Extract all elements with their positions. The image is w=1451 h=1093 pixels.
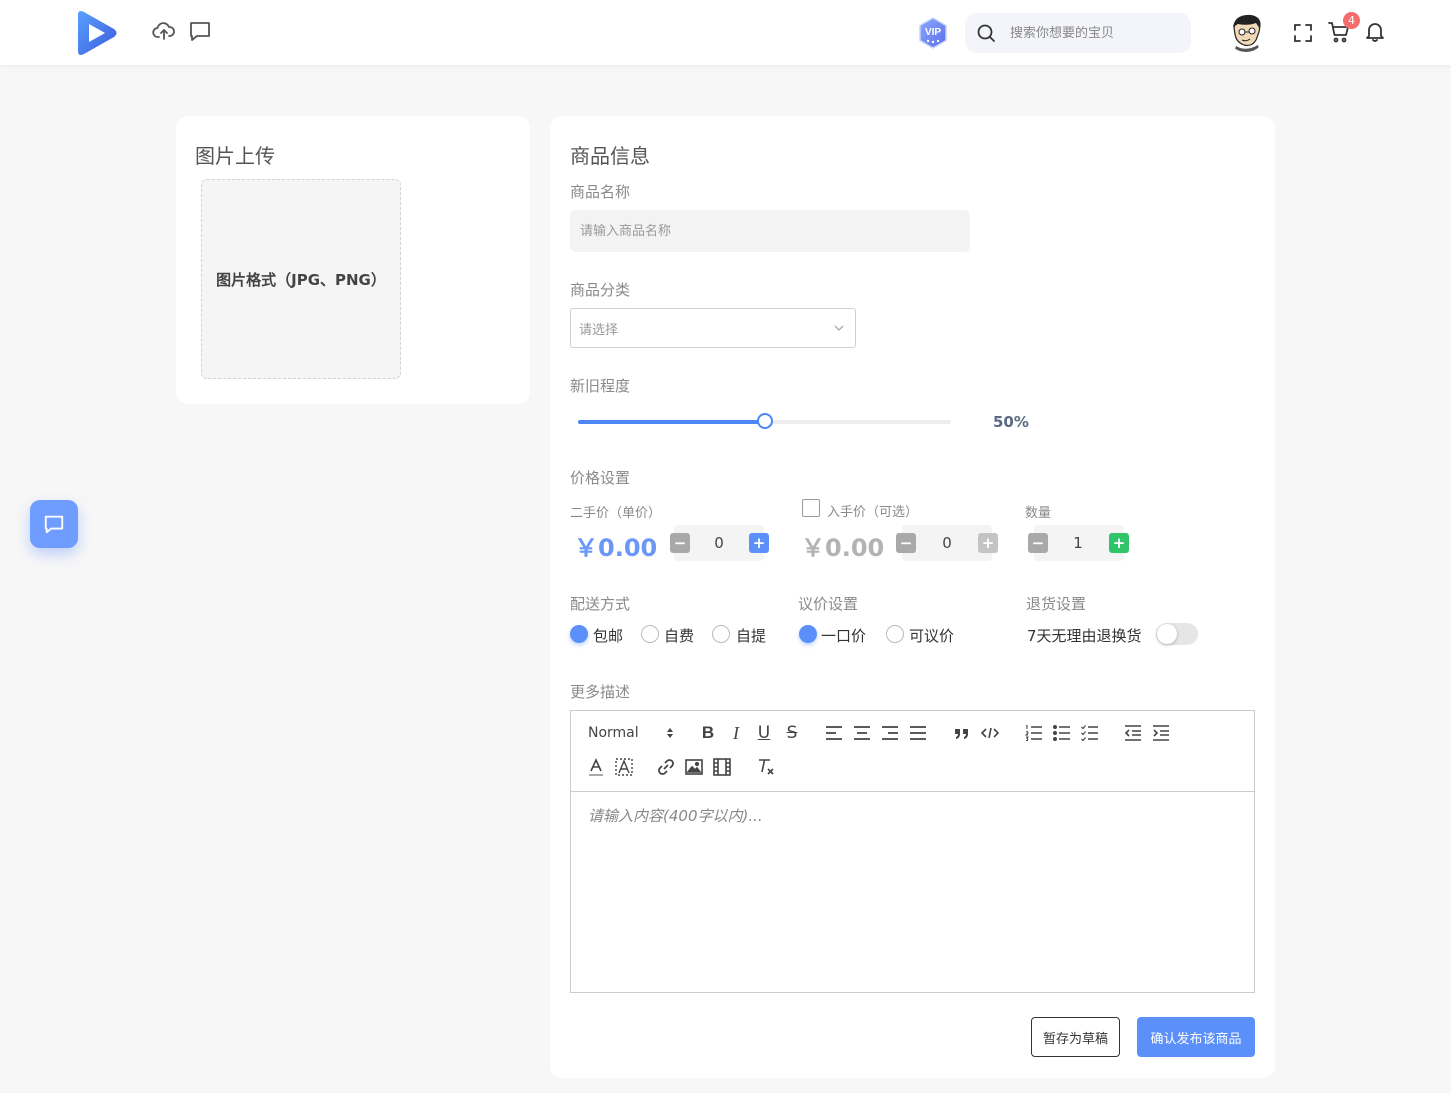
- buy-price-checkbox[interactable]: [802, 499, 820, 517]
- font-color-icon[interactable]: [586, 757, 606, 777]
- price-section-label: 价格设置: [570, 469, 631, 487]
- quantity-label: 数量: [1025, 506, 1052, 521]
- delivery-radio-self-pay[interactable]: [641, 625, 659, 643]
- quantity-plus-button[interactable]: +: [1109, 533, 1129, 553]
- editor-toolbar: Normal B I U S: [571, 711, 1254, 792]
- description-label: 更多描述: [570, 683, 631, 701]
- top-header: VIP 4: [0, 0, 1451, 65]
- buy-price-stepper-value[interactable]: 0: [932, 525, 962, 561]
- search-input[interactable]: [1010, 25, 1180, 41]
- second-price-stepper: − 0 +: [670, 525, 769, 561]
- condition-slider-handle[interactable]: [756, 413, 773, 429]
- delivery-option-label: 包邮: [593, 627, 624, 645]
- product-name-input[interactable]: [570, 210, 970, 252]
- delivery-label: 配送方式: [570, 595, 631, 613]
- upload-title: 图片上传: [195, 144, 275, 168]
- buy-price-plus-button[interactable]: +: [978, 533, 998, 553]
- second-price-plus-button[interactable]: +: [749, 533, 769, 553]
- upload-cloud-icon[interactable]: [152, 19, 176, 43]
- vip-badge-icon[interactable]: VIP: [917, 17, 949, 49]
- background-color-icon[interactable]: [614, 757, 634, 777]
- return-label: 退货设置: [1026, 595, 1087, 613]
- return-toggle-knob: [1157, 624, 1177, 644]
- bargain-radio-fixed[interactable]: [799, 625, 817, 643]
- second-price-label: 二手价（单价）: [570, 506, 662, 521]
- fullscreen-icon[interactable]: [1291, 21, 1315, 45]
- product-info-card: 商品信息 商品名称 商品分类 请选择 新旧程度 50% 价格设置 二手价（单价）…: [550, 116, 1275, 1078]
- align-center-icon[interactable]: [852, 723, 872, 743]
- delivery-option-label: 自费: [664, 627, 695, 645]
- cart-count-badge: 4: [1343, 12, 1360, 29]
- bargain-label: 议价设置: [798, 595, 859, 613]
- checklist-icon[interactable]: [1080, 723, 1100, 743]
- quantity-stepper: − 1 +: [1028, 525, 1129, 561]
- bell-icon[interactable]: [1363, 19, 1387, 43]
- second-price-minus-button[interactable]: −: [670, 533, 690, 553]
- video-icon[interactable]: [712, 757, 732, 777]
- publish-button[interactable]: 确认发布该商品: [1137, 1017, 1255, 1057]
- user-avatar[interactable]: [1226, 12, 1266, 52]
- rich-text-editor: Normal B I U S 请输入内容(400字以内)...: [570, 710, 1255, 993]
- save-draft-button[interactable]: 暂存为草稿: [1031, 1017, 1120, 1057]
- condition-slider[interactable]: [578, 413, 951, 429]
- info-title: 商品信息: [570, 144, 650, 168]
- bullet-list-icon[interactable]: [1052, 723, 1072, 743]
- format-select[interactable]: Normal: [588, 723, 675, 743]
- buy-price-value: ￥0.00: [801, 534, 885, 562]
- message-icon[interactable]: [188, 19, 212, 43]
- image-icon[interactable]: [684, 757, 704, 777]
- link-icon[interactable]: [656, 757, 676, 777]
- underline-icon[interactable]: U: [754, 723, 774, 743]
- search-icon[interactable]: [976, 23, 996, 43]
- buy-price-label: 入手价（可选）: [827, 505, 919, 520]
- condition-value: 50%: [993, 413, 1029, 431]
- sort-arrows-icon: [666, 728, 673, 738]
- category-select[interactable]: 请选择: [570, 308, 856, 348]
- align-right-icon[interactable]: [880, 723, 900, 743]
- second-price-stepper-value[interactable]: 0: [704, 525, 734, 561]
- return-toggle-switch[interactable]: [1156, 623, 1198, 645]
- bold-icon[interactable]: B: [698, 723, 718, 743]
- second-price-value: ￥0.00: [574, 534, 658, 562]
- outdent-icon[interactable]: [1123, 723, 1143, 743]
- image-upload-area[interactable]: 图片格式（JPG、PNG）: [201, 179, 401, 379]
- floating-chat-button[interactable]: [30, 500, 78, 548]
- category-label: 商品分类: [570, 281, 631, 299]
- buy-price-stepper: − 0 +: [896, 525, 998, 561]
- italic-icon[interactable]: I: [726, 723, 746, 743]
- editor-content-area[interactable]: 请输入内容(400字以内)...: [588, 805, 763, 826]
- condition-slider-fill: [578, 420, 765, 424]
- buy-price-minus-button[interactable]: −: [896, 533, 916, 553]
- upload-format-hint: 图片格式（JPG、PNG）: [216, 270, 386, 289]
- bargain-radio-negotiable[interactable]: [886, 625, 904, 643]
- delivery-option-label: 自提: [736, 627, 767, 645]
- align-left-icon[interactable]: [824, 723, 844, 743]
- quantity-minus-button[interactable]: −: [1028, 533, 1048, 553]
- clear-format-icon[interactable]: [756, 757, 776, 777]
- chat-icon: [44, 515, 64, 534]
- blockquote-icon[interactable]: [952, 723, 972, 743]
- format-select-value: Normal: [588, 725, 639, 741]
- search-bar: [965, 13, 1191, 53]
- condition-label: 新旧程度: [570, 377, 631, 395]
- delivery-radio-pickup[interactable]: [712, 625, 730, 643]
- return-policy-text: 7天无理由退换货: [1027, 627, 1142, 645]
- chevron-down-icon: [834, 325, 844, 331]
- quantity-value[interactable]: 1: [1063, 525, 1093, 561]
- ordered-list-icon[interactable]: [1024, 723, 1044, 743]
- bargain-option-label: 一口价: [821, 627, 867, 645]
- delivery-radio-free-shipping[interactable]: [570, 625, 588, 643]
- app-logo-icon[interactable]: [74, 9, 118, 57]
- code-block-icon[interactable]: [980, 723, 1000, 743]
- indent-icon[interactable]: [1151, 723, 1171, 743]
- vip-text: VIP: [925, 27, 941, 38]
- bargain-option-label: 可议价: [909, 627, 955, 645]
- image-upload-card: 图片上传 图片格式（JPG、PNG）: [176, 116, 530, 404]
- strikethrough-icon[interactable]: S: [782, 723, 802, 743]
- align-justify-icon[interactable]: [908, 723, 928, 743]
- name-label: 商品名称: [570, 183, 631, 201]
- category-placeholder: 请选择: [579, 322, 619, 338]
